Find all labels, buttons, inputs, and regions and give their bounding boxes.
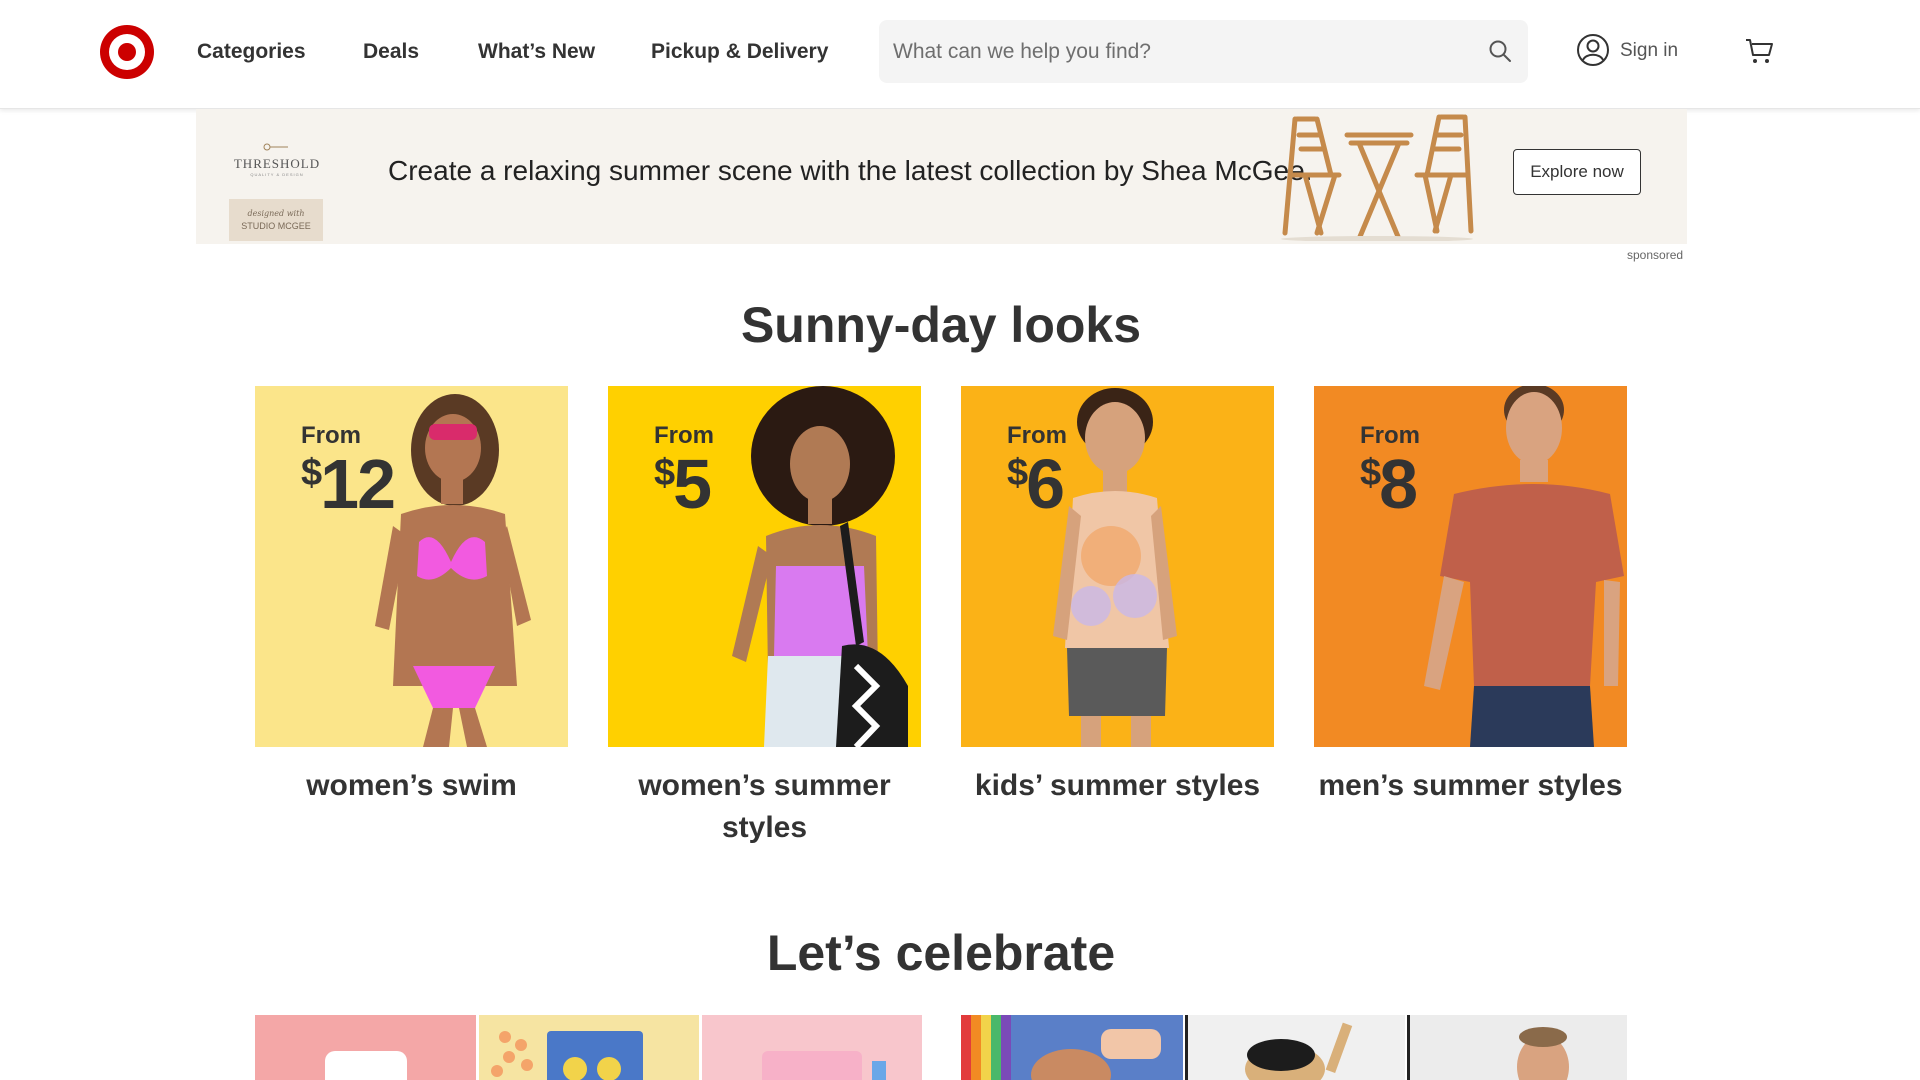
search-bar bbox=[879, 20, 1528, 83]
sign-in-link[interactable]: Sign in bbox=[1620, 40, 1678, 62]
price-amount: 8 bbox=[1379, 445, 1418, 523]
celebrate-tile-4[interactable] bbox=[961, 1015, 1183, 1080]
threshold-tagline: QUALITY & DESIGN bbox=[250, 172, 304, 177]
nav-categories[interactable]: Categories bbox=[197, 40, 306, 64]
celebrate-tile-1-image bbox=[325, 1051, 407, 1080]
site-header: Categories Deals What’s New Pickup & Del… bbox=[0, 0, 1920, 109]
search-icon[interactable] bbox=[1487, 38, 1513, 64]
card-label-womens-summer-styles[interactable]: women’s summer styles bbox=[608, 765, 921, 849]
celebrate-tile-3[interactable] bbox=[702, 1015, 922, 1080]
price-value: $5 bbox=[654, 444, 712, 524]
card-mens-summer-styles[interactable]: From $8 bbox=[1314, 386, 1627, 747]
celebrate-tile-1[interactable] bbox=[255, 1015, 476, 1080]
celebrate-tile-6-image bbox=[1407, 1015, 1569, 1080]
celebrate-tile-6[interactable] bbox=[1407, 1015, 1627, 1080]
price-dollar-sign: $ bbox=[301, 452, 322, 494]
cart-icon[interactable] bbox=[1744, 36, 1774, 66]
price-dollar-sign: $ bbox=[1007, 452, 1028, 494]
sponsored-label: sponsored bbox=[1627, 248, 1684, 262]
price-value: $8 bbox=[1360, 444, 1418, 524]
studio-mcgee-badge: designed with STUDIO MCGEE bbox=[229, 199, 323, 241]
banner-headline[interactable]: Create a relaxing summer scene with the … bbox=[388, 155, 1312, 187]
card-kids-summer-styles[interactable]: From $6 bbox=[961, 386, 1274, 747]
nav-deals[interactable]: Deals bbox=[363, 40, 419, 64]
card-womens-swim[interactable]: From $12 bbox=[255, 386, 568, 747]
threshold-logo: THRESHOLD QUALITY & DESIGN bbox=[229, 138, 325, 178]
section-title-sunny-day-looks: Sunny-day looks bbox=[740, 297, 1142, 353]
price-amount: 12 bbox=[320, 445, 396, 523]
studio-name: STUDIO MCGEE bbox=[241, 221, 311, 231]
search-input[interactable] bbox=[893, 20, 1453, 83]
card-label-kids-summer-styles[interactable]: kids’ summer styles bbox=[961, 765, 1274, 807]
studio-cursive-text: designed with bbox=[247, 209, 305, 218]
card-womens-summer-styles[interactable]: From $5 bbox=[608, 386, 921, 747]
section-title-lets-celebrate: Let’s celebrate bbox=[766, 925, 1116, 981]
account-icon[interactable] bbox=[1576, 33, 1610, 67]
price-value: $12 bbox=[301, 444, 396, 524]
nav-pickup-delivery[interactable]: Pickup & Delivery bbox=[651, 40, 828, 64]
target-logo-icon[interactable] bbox=[98, 20, 156, 84]
threshold-wordmark: THRESHOLD bbox=[233, 156, 321, 171]
price-dollar-sign: $ bbox=[1360, 452, 1381, 494]
celebrate-tile-2-image bbox=[491, 1031, 643, 1080]
celebrate-tile-2[interactable] bbox=[479, 1015, 699, 1080]
card-label-womens-swim[interactable]: women’s swim bbox=[255, 765, 568, 807]
bistro-set-image bbox=[1281, 114, 1474, 241]
nav-whats-new[interactable]: What’s New bbox=[478, 40, 595, 64]
key-icon bbox=[263, 143, 288, 151]
price-amount: 5 bbox=[673, 445, 712, 523]
price-value: $6 bbox=[1007, 444, 1065, 524]
celebrate-tile-4-image bbox=[961, 1015, 1161, 1080]
celebrate-tile-3-image bbox=[762, 1051, 886, 1080]
price-dollar-sign: $ bbox=[654, 452, 675, 494]
celebrate-tile-5-image bbox=[1185, 1015, 1353, 1080]
explore-now-button[interactable]: Explore now bbox=[1513, 149, 1641, 195]
celebrate-tile-5[interactable] bbox=[1185, 1015, 1405, 1080]
price-amount: 6 bbox=[1026, 445, 1065, 523]
card-label-mens-summer-styles[interactable]: men’s summer styles bbox=[1314, 765, 1627, 807]
